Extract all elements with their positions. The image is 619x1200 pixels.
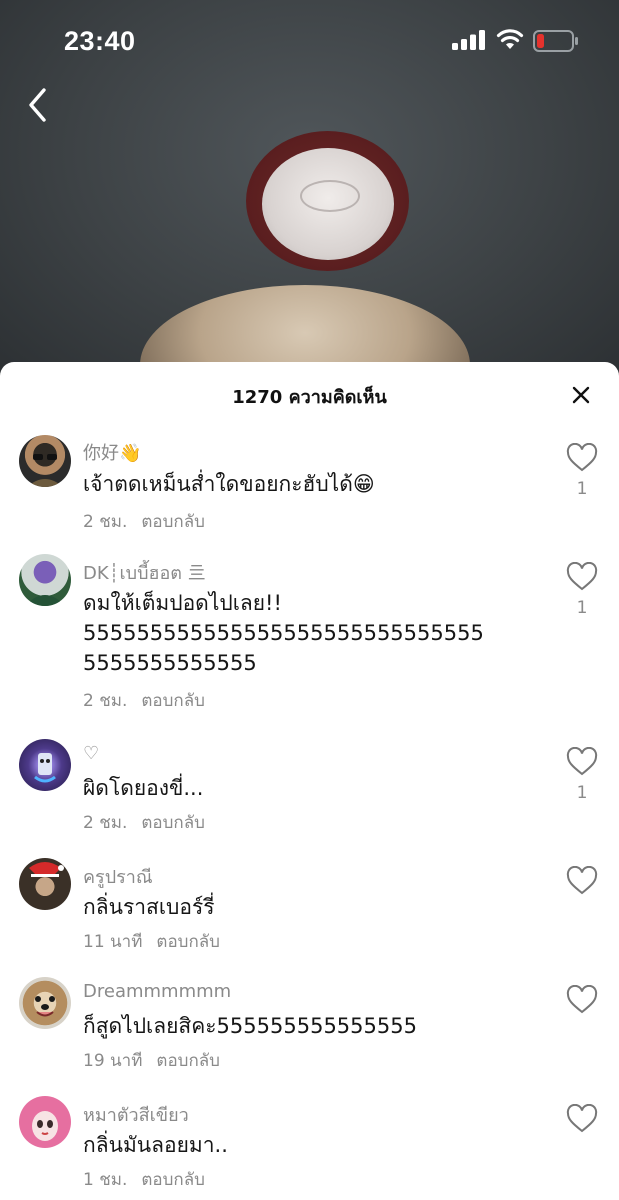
comment-username[interactable]: Dreammmmmm: [83, 981, 231, 1002]
comment-meta: 19 นาที ตอบกลับ: [83, 1047, 220, 1074]
avatar[interactable]: [19, 1096, 71, 1148]
reply-button[interactable]: ตอบกลับ: [141, 1170, 205, 1190]
reply-button[interactable]: ตอบกลับ: [141, 691, 205, 711]
comment-text: ดมให้เต็มปอดไปเลย!! 55555555555555555555…: [83, 591, 484, 675]
comment-item: หมาตัวสีเขียว กลิ่นมันลอยมา.. 1 ชม. ตอบกล…: [0, 1096, 619, 1196]
comment-item: ครูปราณี กลิ่นราสเบอร์รี่ 11 นาที ตอบกลับ: [0, 858, 619, 958]
status-bar: 23:40: [0, 0, 619, 80]
comment-time: 11 นาที: [83, 932, 143, 952]
close-icon[interactable]: [566, 380, 596, 410]
comment-text: ก็สูดไปเลยสิคะ555555555555555: [83, 1014, 417, 1038]
comment-item: 你好👋 เจ้าตดเหม็นส่ำใดขอยกะฮับได้😁 2 ชม. ตอ…: [0, 435, 619, 535]
like-count: 1: [576, 598, 588, 618]
back-chevron-icon[interactable]: [22, 86, 56, 124]
ceiling-lamp-pattern: [300, 180, 360, 212]
like-count: 1: [576, 479, 588, 499]
comment-meta: 2 ชม. ตอบกลับ: [83, 687, 205, 714]
heart-icon[interactable]: [566, 747, 598, 777]
comment-username[interactable]: DK┊เบบี้ฮอต 亖: [83, 558, 206, 587]
avatar[interactable]: [19, 435, 71, 487]
wifi-icon: [496, 29, 524, 49]
reply-button[interactable]: ตอบกลับ: [141, 512, 205, 532]
comment-username[interactable]: 你好👋: [83, 439, 141, 465]
battery-icon: [533, 30, 578, 52]
reply-button[interactable]: ตอบกลับ: [141, 813, 205, 833]
avatar[interactable]: [19, 739, 71, 791]
comment-item: ♡ ผิดโดยองขี่... 2 ชม. ตอบกลับ 1: [0, 739, 619, 839]
comment-item: Dreammmmmm ก็สูดไปเลยสิคะ555555555555555…: [0, 977, 619, 1077]
comments-sheet: 1270 ความคิดเห็น 你好👋 เจ้าตดเหม็นส่ำใดขอย…: [0, 362, 619, 1200]
signal-icon: [452, 30, 485, 50]
comment-username[interactable]: หมาตัวสีเขียว: [83, 1100, 189, 1129]
comment-time: 2 ชม.: [83, 691, 128, 711]
comment-time: 19 นาที: [83, 1051, 143, 1071]
avatar[interactable]: [19, 977, 71, 1029]
status-time: 23:40: [64, 26, 136, 56]
comment-meta: 11 นาที ตอบกลับ: [83, 928, 220, 955]
comment-text: กลิ่นราสเบอร์รี่: [83, 895, 215, 919]
comment-time: 2 ชม.: [83, 813, 128, 833]
comment-item: DK┊เบบี้ฮอต 亖 ดมให้เต็มปอดไปเลย!! 555555…: [0, 554, 619, 714]
comments-count-title: 1270 ความคิดเห็น: [232, 387, 387, 408]
reply-button[interactable]: ตอบกลับ: [156, 932, 220, 952]
comment-time: 2 ชม.: [83, 512, 128, 532]
like-count: 1: [576, 783, 588, 803]
avatar[interactable]: [19, 554, 71, 606]
comment-username[interactable]: ♡: [83, 743, 99, 764]
comment-text: กลิ่นมันลอยมา..: [83, 1133, 228, 1157]
comment-time: 1 ชม.: [83, 1170, 128, 1190]
heart-icon[interactable]: [566, 443, 598, 473]
comment-meta: 2 ชม. ตอบกลับ: [83, 809, 205, 836]
comment-username[interactable]: ครูปราณี: [83, 862, 153, 891]
avatar[interactable]: [19, 858, 71, 910]
heart-icon[interactable]: [566, 1104, 598, 1134]
comment-text: ผิดโดยองขี่...: [83, 776, 204, 800]
heart-icon[interactable]: [566, 985, 598, 1015]
heart-icon[interactable]: [566, 562, 598, 592]
reply-button[interactable]: ตอบกลับ: [156, 1051, 220, 1071]
comment-text: เจ้าตดเหม็นส่ำใดขอยกะฮับได้😁: [83, 472, 375, 496]
comment-meta: 2 ชม. ตอบกลับ: [83, 508, 205, 535]
heart-icon[interactable]: [566, 866, 598, 896]
comment-meta: 1 ชม. ตอบกลับ: [83, 1166, 205, 1193]
